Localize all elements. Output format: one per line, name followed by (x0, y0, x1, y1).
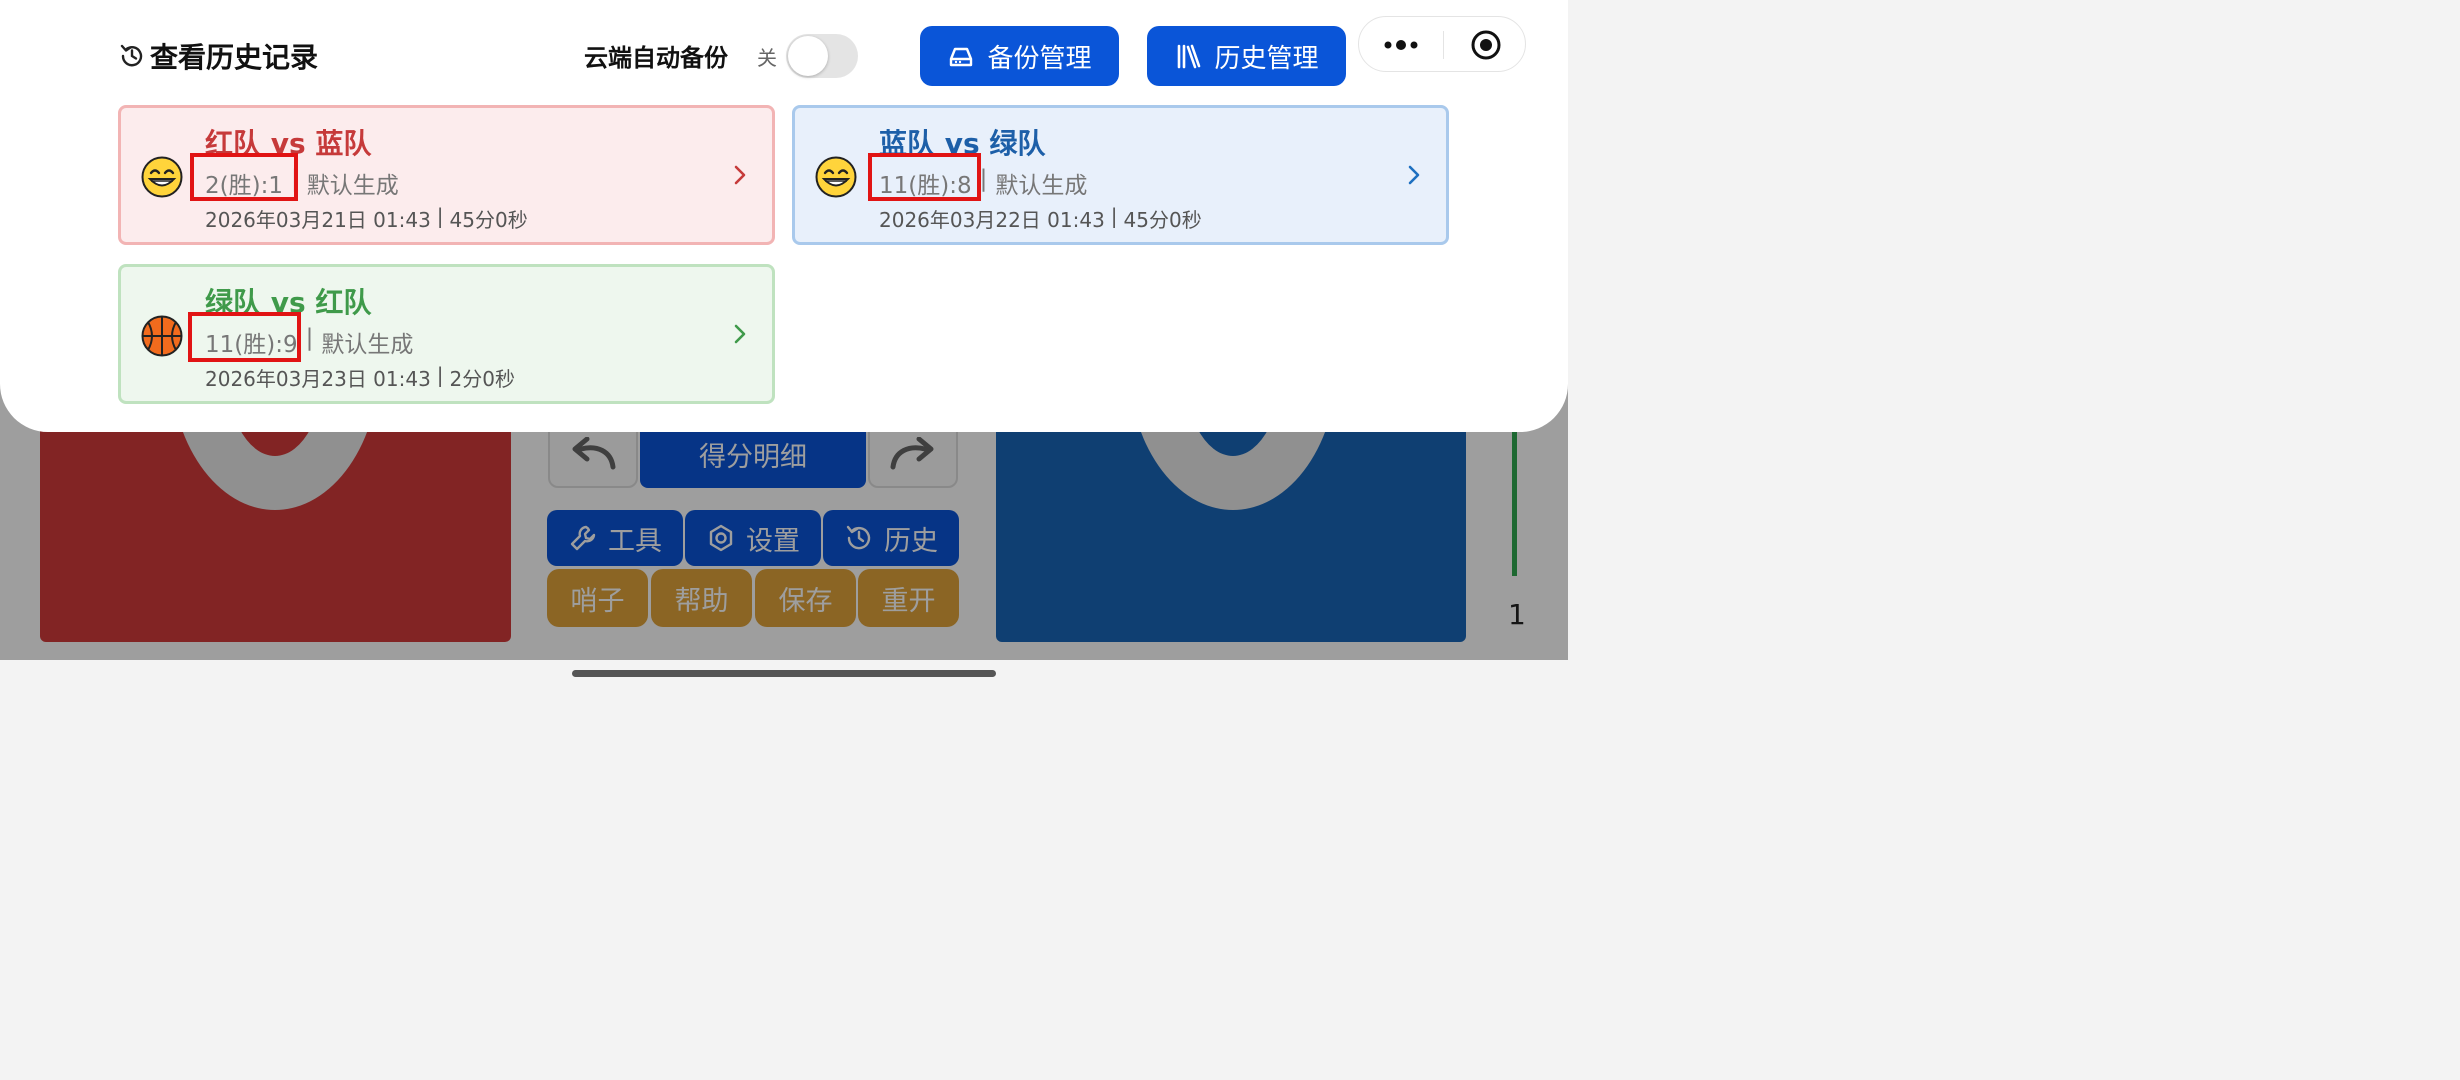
card-duration: 45分0秒 (1123, 208, 1202, 232)
library-icon (1178, 44, 1201, 69)
card-time-line: 2026年03月23日 01:43 | 2分0秒 (205, 363, 515, 392)
history-clock-icon (120, 44, 143, 67)
sheet-title-text: 查看历史记录 (150, 41, 319, 74)
score-highlight-box (188, 312, 301, 362)
separator: | (305, 325, 314, 351)
more-dots-icon (1384, 40, 1418, 50)
score-highlight-box (868, 153, 981, 201)
card-date: 2026年03月22日 01:43 (879, 208, 1105, 232)
separator: | (1110, 204, 1118, 228)
card-time-line: 2026年03月22日 01:43 | 45分0秒 (879, 204, 1202, 233)
toggle-state-label: 关 (757, 46, 777, 70)
score-highlight-box (190, 153, 298, 201)
chevron-right-icon (734, 165, 746, 185)
cloud-backup-toggle[interactable] (786, 34, 858, 78)
close-miniprogram-button[interactable] (1444, 17, 1527, 73)
chevron-right-icon (1408, 165, 1420, 185)
home-indicator[interactable] (572, 670, 996, 677)
sheet-title: 查看历史记录 (118, 36, 318, 76)
separator: | (436, 363, 444, 387)
target-icon (1471, 30, 1500, 60)
card-time-line: 2026年03月21日 01:43 | 45分0秒 (205, 204, 528, 233)
card-note: 默认生成 (995, 173, 1088, 199)
card-duration: 45分0秒 (449, 208, 528, 232)
card-date: 2026年03月23日 01:43 (205, 367, 431, 391)
backup-manage-label: 备份管理 (987, 43, 1092, 74)
card-note: 默认生成 (321, 332, 414, 358)
cloud-backup-label: 云端自动备份 (584, 44, 728, 72)
grinning-face-icon (815, 156, 857, 198)
drive-icon (950, 47, 973, 67)
basketball-icon (141, 315, 183, 357)
card-date: 2026年03月21日 01:43 (205, 208, 431, 232)
more-menu-button[interactable] (1359, 17, 1443, 73)
backup-manage-button[interactable]: 备份管理 (920, 26, 1119, 86)
toggle-knob (788, 36, 828, 76)
history-manage-button[interactable]: 历史管理 (1147, 26, 1346, 86)
card-note: 默认生成 (306, 173, 399, 199)
history-sheet: 查看历史记录 云端自动备份 关 备份管理 历史管理 红队 vs 蓝队 2(胜):… (0, 0, 1568, 432)
history-manage-label: 历史管理 (1214, 43, 1319, 74)
chevron-right-icon (734, 324, 746, 344)
card-duration: 2分0秒 (449, 367, 515, 391)
separator: | (436, 204, 444, 228)
miniprogram-capsule (1358, 16, 1526, 72)
grinning-face-icon (141, 156, 183, 198)
